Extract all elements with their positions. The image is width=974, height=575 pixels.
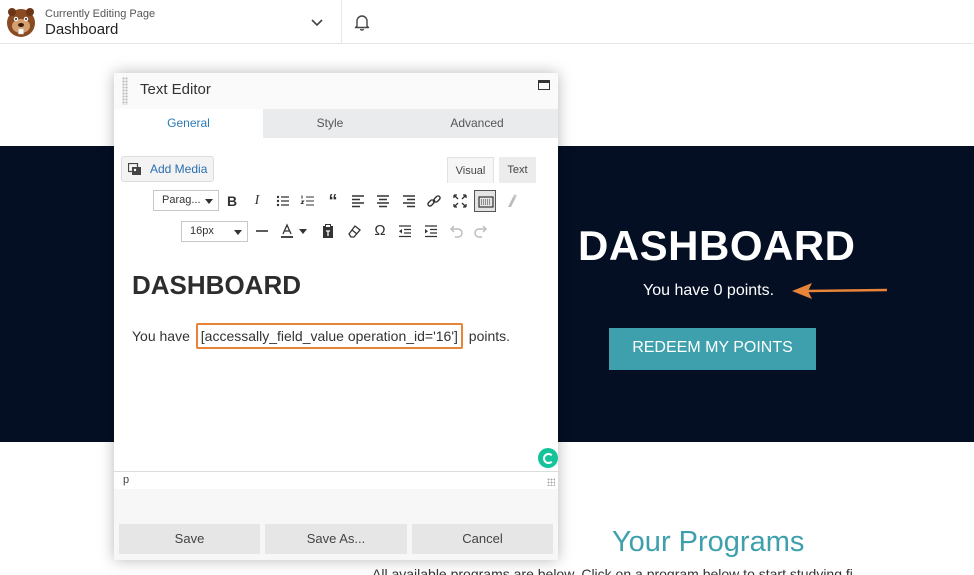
font-size-value: 16px	[190, 225, 214, 237]
redeem-points-button[interactable]: REDEEM MY POINTS	[609, 328, 816, 370]
cancel-button[interactable]: Cancel	[412, 524, 553, 554]
blockquote-icon[interactable]: “	[322, 190, 344, 212]
save-as-button[interactable]: Save As...	[265, 524, 407, 554]
numbered-list-icon[interactable]	[297, 190, 319, 212]
italic-icon[interactable]: I	[246, 190, 268, 212]
tab-text[interactable]: Text	[499, 157, 536, 183]
points-text: You have 0 points.	[643, 282, 775, 299]
align-center-icon[interactable]	[372, 190, 394, 212]
tab-advanced[interactable]: Advanced	[404, 109, 550, 138]
caret-down-icon	[205, 199, 213, 204]
text-editor-panel: Text Editor General Style Advanced Add M…	[114, 73, 558, 560]
text-color-icon[interactable]	[276, 220, 298, 242]
element-path[interactable]: p	[123, 474, 129, 486]
redo-icon[interactable]	[470, 220, 492, 242]
tab-general[interactable]: General	[114, 109, 263, 138]
paragraph-format-select[interactable]: Parag...	[153, 190, 219, 211]
content-text-before: You have	[132, 328, 190, 344]
editing-label: Currently Editing Page	[45, 8, 156, 20]
hero-title: DASHBOARD	[578, 222, 856, 269]
resize-handle-icon[interactable]	[547, 478, 555, 486]
programs-text: All available programs are below. Click …	[372, 566, 853, 575]
paste-text-icon[interactable]	[317, 220, 339, 242]
media-icon	[128, 163, 141, 175]
font-size-select[interactable]: 16px	[181, 221, 248, 242]
content-text-after: points.	[468, 328, 511, 344]
editor-status-bar: p	[114, 471, 558, 489]
paragraph-format-value: Parag...	[162, 194, 201, 206]
bell-icon[interactable]	[353, 13, 371, 31]
add-media-button[interactable]: Add Media	[121, 156, 214, 182]
text-color-caret-icon[interactable]	[296, 220, 310, 242]
caret-down-icon	[234, 230, 242, 235]
content-paragraph[interactable]: You have [accessally_field_value operati…	[132, 323, 510, 349]
grammarly-icon[interactable]	[538, 448, 558, 468]
omega-icon[interactable]: Ω	[369, 220, 391, 242]
panel-tabs: General Style Advanced	[114, 109, 558, 138]
editor-toolbar: Parag... B I “ 16px Ω	[114, 183, 558, 245]
undo-icon[interactable]	[445, 220, 467, 242]
tab-style[interactable]: Style	[263, 109, 397, 138]
top-bar: Currently Editing Page Dashboard	[0, 0, 974, 44]
outdent-icon[interactable]	[394, 220, 416, 242]
topbar-divider	[341, 0, 342, 44]
annotation-arrow-icon	[792, 283, 888, 299]
content-heading[interactable]: DASHBOARD	[132, 270, 301, 301]
indent-icon[interactable]	[420, 220, 442, 242]
save-button[interactable]: Save	[119, 524, 260, 554]
add-media-label: Add Media	[150, 162, 208, 176]
link-icon[interactable]	[423, 190, 445, 212]
beaver-logo[interactable]	[4, 5, 38, 39]
page-name[interactable]: Dashboard	[45, 21, 118, 38]
toolbar-toggle-icon[interactable]	[474, 190, 496, 212]
bold-icon[interactable]: B	[221, 190, 243, 212]
align-left-icon[interactable]	[347, 190, 369, 212]
chevron-down-icon[interactable]	[309, 14, 325, 30]
tab-visual[interactable]: Visual	[447, 157, 494, 183]
clear-format-icon[interactable]	[500, 190, 522, 212]
shortcode-highlight: [accessally_field_value operation_id='16…	[195, 323, 463, 349]
fullscreen-icon[interactable]	[449, 190, 471, 212]
panel-title: Text Editor	[140, 81, 211, 98]
align-right-icon[interactable]	[398, 190, 420, 212]
programs-heading: Your Programs	[612, 526, 805, 558]
maximize-icon[interactable]	[538, 80, 550, 90]
drag-handle-icon[interactable]	[122, 77, 128, 105]
screen: Currently Editing Page Dashboard DASHBOA…	[0, 0, 974, 575]
bullet-list-icon[interactable]	[272, 190, 294, 212]
panel-header[interactable]: Text Editor	[114, 73, 558, 109]
horizontal-line-icon[interactable]	[251, 220, 273, 242]
eraser-icon[interactable]	[343, 220, 365, 242]
